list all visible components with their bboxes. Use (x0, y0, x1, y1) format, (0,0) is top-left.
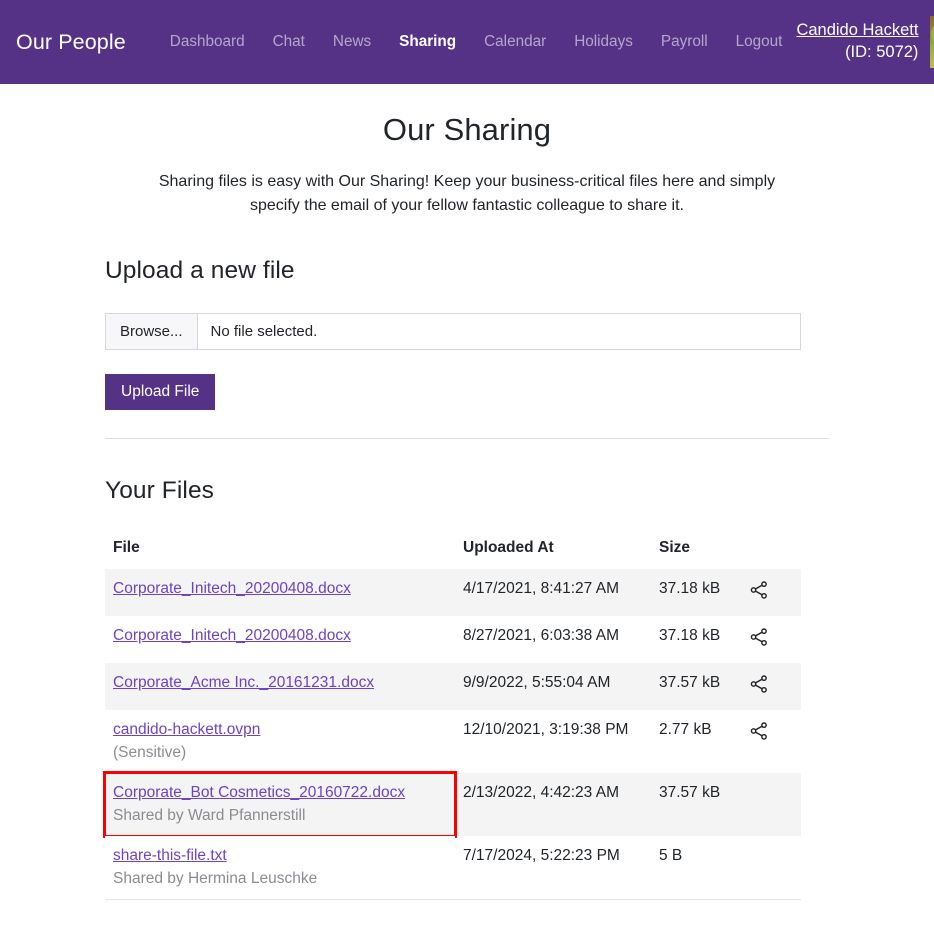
page-container: Our Sharing Sharing files is easy with O… (103, 112, 829, 901)
cell-uploaded-at: 7/17/2024, 5:22:23 PM (455, 836, 651, 901)
cell-file-name: candido-hackett.ovpn (Sensitive) (105, 710, 455, 774)
cell-actions (741, 836, 801, 901)
nav-item-holidays: Holidays (560, 25, 647, 59)
nav-item-news: News (319, 25, 385, 59)
section-divider (105, 438, 829, 440)
nav-link-list: Dashboard Chat News Sharing Calendar Holidays… (156, 25, 797, 59)
cell-actions (741, 710, 801, 774)
file-name-link[interactable]: Corporate_Initech_20200408.docx (113, 627, 351, 644)
share-nodes-icon[interactable] (749, 580, 769, 600)
files-table-header-row: File Uploaded At Size (105, 531, 801, 569)
cell-file-name: Corporate_Acme Inc._20161231.docx (105, 663, 455, 711)
share-nodes-icon[interactable] (749, 674, 769, 694)
user-account-block: Candido Hackett (ID: 5072) (796, 16, 934, 68)
file-sub-label: (Sensitive) (113, 744, 187, 762)
user-id-label: (ID: 5072) (845, 43, 919, 61)
nav-link-dashboard[interactable]: Dashboard (156, 25, 259, 59)
cell-size: 37.18 kB (651, 616, 741, 664)
nav-link-sharing[interactable]: Sharing (385, 25, 470, 59)
nav-link-holidays[interactable]: Holidays (560, 25, 647, 59)
column-header-uploaded-at: Uploaded At (463, 539, 554, 557)
file-name-link[interactable]: share-this-file.txt (113, 847, 227, 864)
table-row: Corporate_Initech_20200408.docx 4/17/2021… (105, 569, 801, 617)
cell-uploaded-at: 12/10/2021, 3:19:38 PM (455, 710, 651, 774)
nav-item-logout: Logout (722, 25, 797, 59)
file-sub-label: Shared by Hermina Leuschke (113, 870, 318, 888)
table-row: Corporate_Initech_20200408.docx 8/27/2021… (105, 616, 801, 664)
nav-link-chat[interactable]: Chat (259, 25, 319, 59)
cell-uploaded-at: 8/27/2021, 6:03:38 AM (455, 616, 651, 664)
cell-uploaded-at: 2/13/2022, 4:42:23 AM (455, 773, 651, 837)
cell-size: 5 B (651, 836, 741, 901)
share-nodes-icon[interactable] (749, 721, 769, 741)
cell-size: 37.18 kB (651, 569, 741, 617)
nav-item-dashboard: Dashboard (156, 25, 259, 59)
table-row: share-this-file.txt Shared by Hermina Leu… (105, 836, 801, 901)
cell-uploaded-at: 9/9/2022, 5:55:04 AM (455, 663, 651, 711)
column-header-size: Size (659, 539, 691, 557)
cell-size: 2.77 kB (651, 710, 741, 774)
nav-item-sharing: Sharing (385, 25, 470, 59)
nav-link-calendar[interactable]: Calendar (470, 25, 560, 59)
cell-file-name: share-this-file.txt Shared by Hermina Leu… (105, 836, 455, 901)
table-row: Corporate_Acme Inc._20161231.docx 9/9/202… (105, 663, 801, 711)
user-name-link[interactable]: Candido Hackett (796, 20, 918, 42)
brand-logo[interactable]: Our People (16, 30, 126, 55)
file-sub-label: Shared by Ward Pfannerstill (113, 807, 306, 825)
file-name-link[interactable]: candido-hackett.ovpn (113, 721, 260, 738)
nav-link-news[interactable]: News (319, 25, 385, 59)
files-table-body: Corporate_Initech_20200408.docx 4/17/2021… (103, 569, 801, 901)
cell-size: 37.57 kB (651, 663, 741, 711)
cell-size: 37.57 kB (651, 773, 741, 837)
column-header-actions (741, 531, 801, 569)
column-header-file: File (113, 539, 140, 557)
nav-item-chat: Chat (259, 25, 319, 59)
share-nodes-icon[interactable] (749, 627, 769, 647)
nav-link-payroll[interactable]: Payroll (647, 25, 722, 59)
page-title: Our Sharing (382, 112, 552, 147)
table-row: Corporate_Bot Cosmetics_20160722.docx Sha… (103, 771, 801, 839)
nav-item-payroll: Payroll (647, 25, 722, 59)
files-table: File Uploaded At Size Corporate_Initech_… (103, 531, 801, 901)
file-name-link[interactable]: Corporate_Bot Cosmetics_20160722.docx (113, 784, 405, 801)
upload-section-heading: Upload a new file (105, 256, 295, 284)
user-account-text: Candido Hackett (ID: 5072) (796, 20, 918, 64)
cell-file-name: Corporate_Initech_20200408.docx (105, 569, 455, 617)
cell-actions (741, 616, 801, 664)
file-name-link[interactable]: Corporate_Initech_20200408.docx (113, 580, 351, 597)
files-section-heading: Your Files (105, 477, 215, 505)
cell-uploaded-at: 4/17/2021, 8:41:27 AM (455, 569, 651, 617)
main-navbar: Our People Dashboard Chat News Sharing Calen… (0, 0, 934, 84)
file-name-link[interactable]: Corporate_Acme Inc._20161231.docx (113, 674, 374, 691)
upload-file-button[interactable]: Upload File (105, 373, 216, 411)
cell-actions (741, 569, 801, 617)
avatar (930, 16, 934, 68)
browse-button[interactable]: Browse... (106, 313, 198, 349)
page-description: Sharing files is easy with Our Sharing! … (158, 173, 776, 215)
file-upload-input[interactable]: Browse... No file selected. (105, 312, 801, 350)
cell-file-name: Corporate_Initech_20200408.docx (105, 616, 455, 664)
selected-file-label: No file selected. (210, 322, 318, 340)
nav-link-logout[interactable]: Logout (722, 25, 797, 59)
cell-actions (741, 773, 801, 837)
nav-item-calendar: Calendar (470, 25, 560, 59)
table-row: candido-hackett.ovpn (Sensitive) 12/10/202… (105, 710, 801, 774)
cell-actions (741, 663, 801, 711)
cell-file-name: Corporate_Bot Cosmetics_20160722.docx Sha… (103, 771, 457, 839)
files-table-head: File Uploaded At Size (105, 531, 801, 569)
